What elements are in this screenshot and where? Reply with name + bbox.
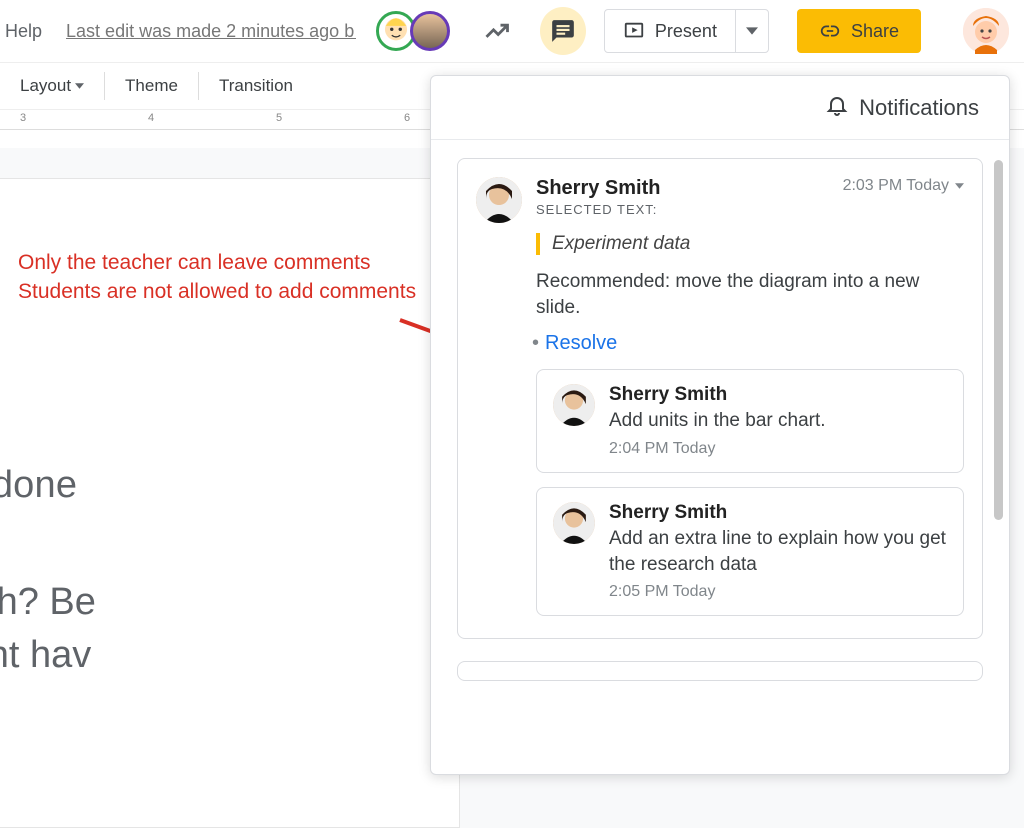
comment-timestamp-menu[interactable]: 2:03 PM Today [843, 177, 964, 195]
resolve-button[interactable]: •Resolve [532, 332, 964, 355]
help-menu[interactable]: Help [5, 21, 42, 42]
avatar [553, 502, 595, 544]
comment-author: Sherry Smith [536, 177, 829, 200]
selected-text-label: SELECTED TEXT: [536, 202, 829, 217]
chevron-down-icon [955, 183, 964, 189]
scrollbar[interactable] [994, 160, 1003, 520]
comments-panel-header: Notifications [431, 76, 1009, 140]
notifications-link[interactable]: Notifications [859, 95, 979, 121]
link-icon [819, 20, 841, 42]
reply-author: Sherry Smith [609, 502, 947, 524]
slide-text[interactable]: research you've done [0, 464, 77, 507]
collaborator-avatars[interactable] [376, 11, 450, 51]
reply-timestamp: 2:05 PM Today [609, 583, 947, 601]
avatar[interactable] [410, 11, 450, 51]
comment-reply[interactable]: Sherry Smith Add an extra line to explai… [536, 487, 964, 616]
reply-author: Sherry Smith [609, 384, 826, 406]
present-dropdown[interactable] [735, 10, 768, 52]
transition-button[interactable]: Transition [199, 76, 313, 96]
selected-text-quote: Experiment data [536, 233, 964, 255]
comment-body: Recommended: move the diagram into a new… [536, 269, 964, 320]
header-bar: Help Last edit was made 2 minutes ago b…… [0, 0, 1024, 62]
avatar [476, 177, 522, 223]
theme-button[interactable]: Theme [105, 76, 198, 96]
bell-icon [825, 93, 849, 122]
comment-thread[interactable] [457, 661, 983, 681]
slide-text[interactable]: al of your research? Be [0, 581, 96, 624]
reply-body: Add units in the bar chart. [609, 408, 826, 434]
chevron-down-icon [75, 83, 84, 89]
comment-thread[interactable]: Sherry Smith SELECTED TEXT: 2:03 PM Toda… [457, 158, 983, 639]
account-avatar[interactable] [963, 8, 1009, 54]
activity-icon[interactable] [480, 13, 514, 49]
present-label: Present [655, 21, 717, 42]
annotation-text: Only the teacher can leave comments Stud… [18, 248, 416, 307]
open-comments-button[interactable] [540, 7, 586, 55]
share-label: Share [851, 21, 899, 42]
comment-reply[interactable]: Sherry Smith Add units in the bar chart.… [536, 369, 964, 473]
share-button[interactable]: Share [797, 9, 921, 53]
present-button[interactable]: Present [604, 9, 769, 53]
present-icon [623, 20, 645, 42]
avatar [553, 384, 595, 426]
reply-body: Add an extra line to explain how you get… [609, 526, 947, 577]
chevron-down-icon [746, 25, 758, 37]
last-edit-link[interactable]: Last edit was made 2 minutes ago b… [66, 21, 356, 42]
reply-timestamp: 2:04 PM Today [609, 440, 826, 458]
layout-menu[interactable]: Layout [0, 76, 104, 96]
comments-panel: Notifications Sherry Smith SELECTED TEXT… [430, 75, 1010, 775]
slide-text[interactable]: anyone who might hav [0, 634, 91, 677]
